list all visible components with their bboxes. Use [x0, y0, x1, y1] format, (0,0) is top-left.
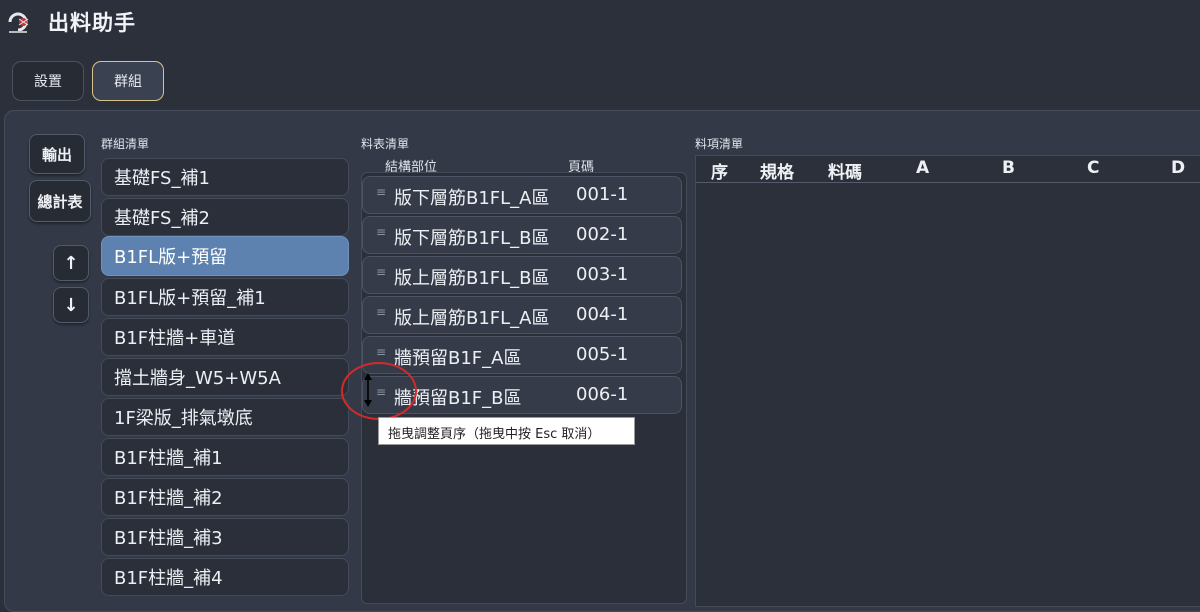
sheet-page: 003-1 — [576, 264, 629, 285]
sheet-part: 牆預留B1F_A區 — [394, 348, 522, 369]
item-table: 序 規格 料碼 A B C D — [695, 155, 1200, 607]
sheet-list-label: 料表清單 — [361, 137, 410, 151]
column-header-code: 料碼 — [828, 163, 862, 183]
sheet-page: 006-1 — [576, 384, 629, 405]
drag-handle-icon[interactable]: ≡ — [376, 265, 386, 279]
sheet-part: 版上層筋B1FL_B區 — [394, 268, 550, 289]
title-bar: 出料助手 — [0, 0, 1200, 44]
sheet-row[interactable]: ≡ 版下層筋B1FL_A區 001-1 — [362, 176, 682, 214]
spider-logo-icon — [8, 12, 29, 33]
app-title: 出料助手 — [48, 11, 136, 35]
group-list-label: 群組清單 — [101, 137, 150, 151]
drag-handle-icon[interactable]: ≡ — [376, 225, 386, 239]
group-item[interactable]: B1FL版+預留_補1 — [101, 278, 349, 316]
move-down-button[interactable]: ↓ — [53, 287, 89, 323]
group-item[interactable]: B1F柱牆+車道 — [101, 318, 349, 356]
drag-handle-icon[interactable]: ≡ — [376, 305, 386, 319]
group-item[interactable]: 擋土牆身_W5+W5A — [101, 358, 349, 396]
group-item[interactable]: B1F柱牆_補4 — [101, 558, 349, 596]
sheet-part: 版下層筋B1FL_B區 — [394, 228, 550, 249]
column-header-a: A — [916, 158, 930, 178]
tab-settings[interactable]: 設置 — [12, 61, 84, 101]
tab-groups[interactable]: 群組 — [92, 61, 164, 101]
column-header-index: 序 — [711, 163, 728, 183]
sheet-part: 版下層筋B1FL_A區 — [394, 188, 550, 209]
sheet-row[interactable]: ≡ 版上層筋B1FL_B區 003-1 — [362, 256, 682, 294]
column-header-c: C — [1087, 158, 1100, 178]
column-header-b: B — [1002, 158, 1015, 178]
column-header-spec: 規格 — [760, 163, 794, 183]
sheet-page: 005-1 — [576, 344, 629, 365]
group-item[interactable]: B1F柱牆_補2 — [101, 478, 349, 516]
drag-handle-icon[interactable]: ≡ — [376, 185, 386, 199]
group-item[interactable]: 基礎FS_補1 — [101, 158, 349, 196]
sheet-row[interactable]: ≡ 版下層筋B1FL_B區 002-1 — [362, 216, 682, 254]
sheet-part: 版上層筋B1FL_A區 — [394, 308, 550, 329]
item-table-header: 序 規格 料碼 A B C D — [696, 156, 1200, 183]
drag-handle-icon[interactable]: ≡ — [376, 345, 386, 359]
group-item[interactable]: B1F柱牆_補3 — [101, 518, 349, 556]
export-button[interactable]: 輸出 — [29, 134, 85, 174]
sheet-page: 002-1 — [576, 224, 629, 245]
group-item-selected[interactable]: B1FL版+預留 — [101, 236, 349, 276]
move-up-button[interactable]: ↑ — [53, 245, 89, 281]
summary-table-button[interactable]: 總計表 — [29, 180, 91, 222]
column-header-d: D — [1171, 158, 1186, 178]
group-list: 基礎FS_補1 基礎FS_補2 B1FL版+預留 B1FL版+預留_補1 B1F… — [101, 156, 349, 606]
group-item[interactable]: B1F柱牆_補1 — [101, 438, 349, 476]
group-item[interactable]: 基礎FS_補2 — [101, 198, 349, 236]
sheet-row[interactable]: ≡ 版上層筋B1FL_A區 004-1 — [362, 296, 682, 334]
sheet-page: 001-1 — [576, 184, 629, 205]
item-list-label: 料項清單 — [695, 137, 744, 151]
sheet-page: 004-1 — [576, 304, 629, 325]
drag-tooltip: 拖曳調整頁序（拖曳中按 Esc 取消） — [378, 417, 635, 445]
group-item[interactable]: 1F梁版_排氣墩底 — [101, 398, 349, 436]
annotation-circle — [341, 362, 417, 420]
sheet-row[interactable]: ≡ 牆預留B1F_A區 005-1 — [362, 336, 682, 374]
